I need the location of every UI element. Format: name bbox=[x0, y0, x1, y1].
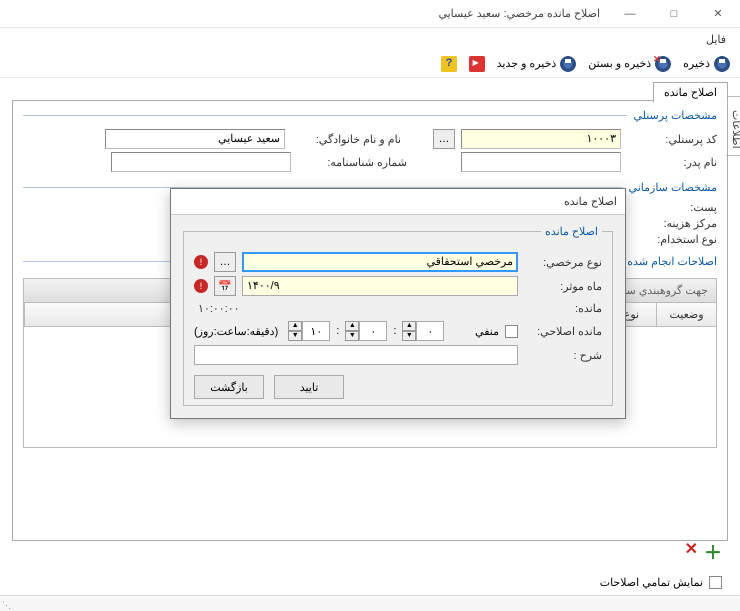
save-label: ذخيره bbox=[683, 57, 710, 70]
toolbar: ذخيره ذخيره و بستن ذخيره و جديد bbox=[0, 50, 740, 78]
pdf-button[interactable] bbox=[465, 54, 489, 74]
month-input[interactable]: ۱۴۰۰/۹ bbox=[242, 276, 518, 296]
balance-label: مانده: bbox=[524, 302, 602, 315]
leave-type-label: نوع مرخصي: bbox=[524, 256, 602, 269]
father-value bbox=[461, 152, 621, 172]
unit-label: (دقيقه:ساعت:روز) bbox=[194, 325, 278, 338]
menu-bar: فايل bbox=[0, 28, 740, 50]
pdf-icon bbox=[469, 56, 485, 72]
group-personal-title: مشخصات پرسنلي bbox=[627, 109, 717, 122]
adjust-label: مانده اصلاحي: bbox=[524, 325, 602, 338]
window-title: اصلاح مانده مرخصي: سعيد عيسايي bbox=[0, 7, 608, 20]
close-button[interactable]: ✕ bbox=[696, 0, 740, 28]
balance-value: ۱۰:۰۰:۰۰ bbox=[194, 300, 518, 317]
save-new-label: ذخيره و جديد bbox=[497, 57, 557, 70]
help-button[interactable] bbox=[437, 54, 461, 74]
add-button[interactable]: ＋ bbox=[704, 539, 722, 565]
idnum-label: شماره شناسنامه: bbox=[297, 156, 407, 169]
disk-new-icon bbox=[560, 56, 576, 72]
delete-button[interactable]: ✕ bbox=[685, 539, 698, 565]
spinner-hour-input[interactable] bbox=[359, 321, 387, 341]
spinner-min[interactable]: ▲▼ bbox=[402, 321, 444, 341]
show-all-label: نمايش تمامي اصلاحات bbox=[600, 576, 703, 589]
family-value: سعيد عيسايي bbox=[105, 129, 285, 149]
error-icon: ! bbox=[194, 255, 208, 269]
spin-up[interactable]: ▲ bbox=[345, 321, 359, 331]
col-status[interactable]: وضعيت bbox=[656, 303, 716, 326]
spin-down[interactable]: ▼ bbox=[288, 331, 302, 341]
emptype-label: نوع استخدام: bbox=[627, 233, 717, 246]
idnum-value bbox=[111, 152, 291, 172]
group-org-title: مشخصات سازماني bbox=[623, 181, 717, 194]
dialog-group: اصلاح مانده نوع مرخصي: مرخصي استحقاقي … … bbox=[183, 225, 613, 406]
spin-down[interactable]: ▼ bbox=[345, 331, 359, 341]
dialog-title: اصلاح مانده bbox=[171, 189, 625, 215]
leave-type-lookup[interactable]: … bbox=[214, 252, 236, 272]
disk-close-icon bbox=[655, 56, 671, 72]
window-titlebar: ✕ □ — اصلاح مانده مرخصي: سعيد عيسايي bbox=[0, 0, 740, 28]
help-icon bbox=[441, 56, 457, 72]
group-personal: مشخصات پرسنلي کد پرسنلي: ۱۰۰۰۳ … نام و ن… bbox=[23, 109, 717, 175]
save-close-label: ذخيره و بستن bbox=[588, 57, 651, 70]
month-label: ماه موثر: bbox=[524, 280, 602, 293]
disk-icon bbox=[714, 56, 730, 72]
side-tab-info[interactable]: اطلاعات bbox=[726, 96, 740, 156]
costcenter-label: مرکز هزينه: bbox=[627, 217, 717, 230]
code-lookup-button[interactable]: … bbox=[433, 129, 455, 149]
dialog-group-title: اصلاح مانده bbox=[541, 225, 602, 238]
save-button[interactable]: ذخيره bbox=[679, 54, 734, 74]
spin-down[interactable]: ▼ bbox=[402, 331, 416, 341]
save-close-button[interactable]: ذخيره و بستن bbox=[584, 54, 675, 74]
family-label: نام و نام خانوادگي: bbox=[291, 133, 401, 146]
maximize-button[interactable]: □ bbox=[652, 0, 696, 28]
group-done-title: اصلاحات انجام شده bbox=[621, 255, 717, 268]
desc-label: شرح : bbox=[524, 349, 602, 362]
show-all-checkbox[interactable] bbox=[709, 576, 722, 589]
spinner-min-input[interactable] bbox=[416, 321, 444, 341]
menu-file[interactable]: فايل bbox=[698, 31, 734, 48]
spin-up[interactable]: ▲ bbox=[288, 321, 302, 331]
error-icon-2: ! bbox=[194, 279, 208, 293]
spinner-day[interactable]: ▲▼ bbox=[288, 321, 330, 341]
minimize-button[interactable]: — bbox=[608, 0, 652, 28]
show-all-row: نمايش تمامي اصلاحات bbox=[600, 576, 722, 589]
dialog-adjust: اصلاح مانده اصلاح مانده نوع مرخصي: مرخصي… bbox=[170, 188, 626, 419]
post-label: پست: bbox=[627, 201, 717, 214]
code-value: ۱۰۰۰۳ bbox=[461, 129, 621, 149]
ok-button[interactable]: تاييد bbox=[274, 375, 344, 399]
calendar-button[interactable]: 📅 bbox=[214, 276, 236, 296]
status-bar: ⋰ bbox=[0, 595, 740, 611]
save-new-button[interactable]: ذخيره و جديد bbox=[493, 54, 581, 74]
spinner-hour[interactable]: ▲▼ bbox=[345, 321, 387, 341]
negative-checkbox[interactable] bbox=[505, 325, 518, 338]
spin-up[interactable]: ▲ bbox=[402, 321, 416, 331]
footer-actions: ＋ ✕ bbox=[685, 539, 722, 565]
negative-label: منفي bbox=[475, 325, 499, 338]
leave-type-input[interactable]: مرخصي استحقاقي bbox=[242, 252, 518, 272]
father-label: نام پدر: bbox=[627, 156, 717, 169]
spinner-day-input[interactable] bbox=[302, 321, 330, 341]
resize-grip[interactable]: ⋰ bbox=[2, 600, 9, 611]
code-label: کد پرسنلي: bbox=[627, 133, 717, 146]
tab-main[interactable]: اصلاح مانده bbox=[653, 82, 728, 103]
cancel-button[interactable]: بازگشت bbox=[194, 375, 264, 399]
desc-input[interactable] bbox=[194, 345, 518, 365]
